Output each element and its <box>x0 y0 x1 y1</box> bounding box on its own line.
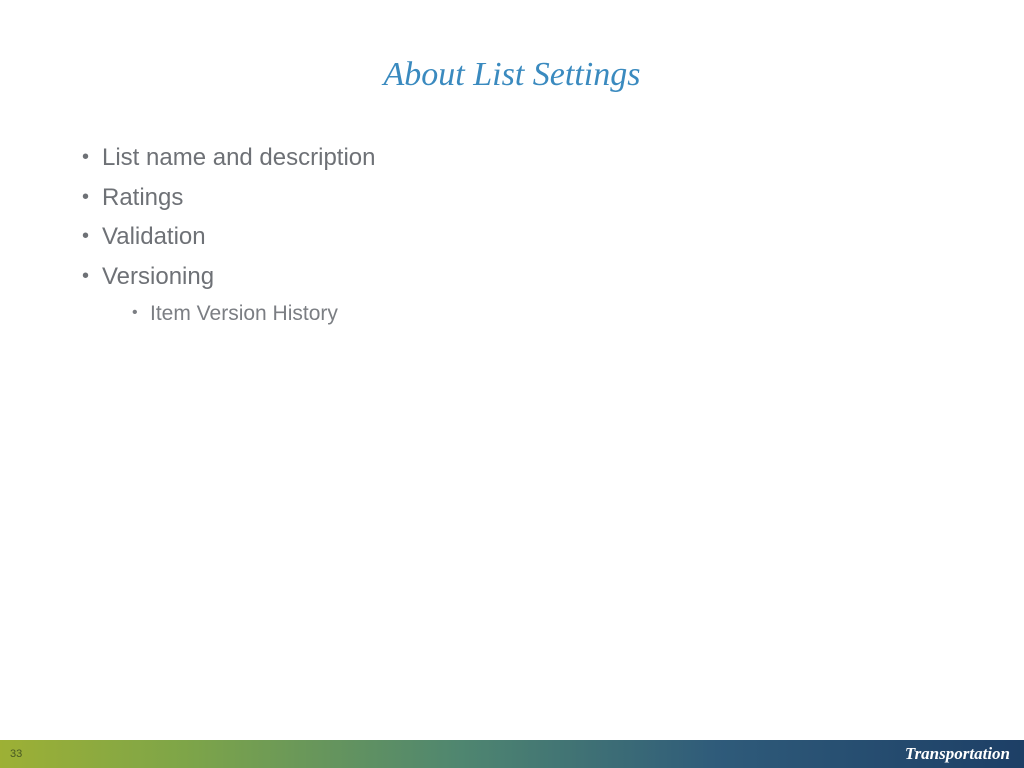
bullet-item: Ratings <box>80 178 940 218</box>
bullet-item: Validation <box>80 217 940 257</box>
footer-label: Transportation <box>905 744 1010 764</box>
sub-bullet-item: Item Version History <box>102 298 940 330</box>
sub-bullet-list: Item Version History <box>102 298 940 330</box>
slide-title: About List Settings <box>0 56 1024 94</box>
footer-bar: 33 Transportation <box>0 740 1024 768</box>
slide-content: List name and description Ratings Valida… <box>80 138 940 330</box>
bullet-list: List name and description Ratings Valida… <box>80 138 940 330</box>
slide: About List Settings List name and descri… <box>0 0 1024 768</box>
bullet-text: Versioning <box>102 263 214 290</box>
bullet-item: List name and description <box>80 138 940 178</box>
bullet-item: Versioning Item Version History <box>80 257 940 330</box>
page-number: 33 <box>10 748 22 760</box>
